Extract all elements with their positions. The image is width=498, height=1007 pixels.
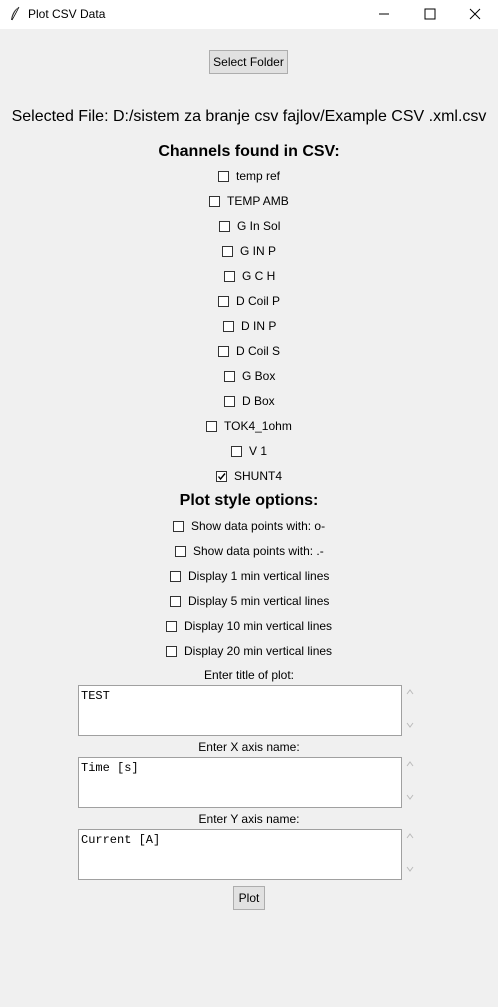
channel-label: G IN P: [240, 244, 277, 258]
scroll-up-icon[interactable]: [406, 689, 414, 695]
close-button[interactable]: [452, 0, 498, 29]
channel-checkbox[interactable]: [206, 420, 217, 432]
channel-label: temp ref: [236, 169, 281, 183]
channel-label: TEMP AMB: [227, 194, 289, 208]
scroll-down-icon[interactable]: [406, 794, 414, 800]
selected-file-label: Selected File: D:/sistem za branje csv f…: [11, 108, 487, 125]
style-option-row[interactable]: Display 1 min vertical lines: [170, 568, 329, 584]
style-option-label: Display 1 min vertical lines: [188, 569, 330, 583]
channel-label: G In Sol: [237, 219, 281, 233]
channel-label: TOK4_1ohm: [224, 419, 292, 433]
title-scrollbar[interactable]: [403, 685, 417, 736]
style-option-row[interactable]: Display 5 min vertical lines: [170, 593, 329, 609]
channel-row[interactable]: G C H: [224, 268, 275, 284]
channel-row[interactable]: V 1: [231, 443, 267, 459]
channel-label: SHUNT4: [234, 469, 283, 483]
select-folder-button[interactable]: Select Folder: [209, 50, 288, 74]
channel-label: D IN P: [241, 319, 277, 333]
channel-row[interactable]: G Box: [224, 368, 275, 384]
channel-row[interactable]: G IN P: [222, 243, 276, 259]
channel-row[interactable]: TOK4_1ohm: [206, 418, 292, 434]
channel-label: D Coil S: [236, 344, 281, 358]
style-option-checkbox[interactable]: [166, 645, 177, 657]
channel-checkbox[interactable]: [218, 170, 229, 182]
channel-row[interactable]: TEMP AMB: [209, 193, 289, 209]
maximize-icon: [424, 8, 436, 20]
scroll-down-icon[interactable]: [406, 866, 414, 872]
channel-checkbox[interactable]: [219, 220, 230, 232]
scroll-down-icon[interactable]: [406, 722, 414, 728]
channel-checkbox[interactable]: [231, 445, 242, 457]
style-option-checkbox[interactable]: [166, 620, 177, 632]
channel-label: D Box: [242, 394, 275, 408]
style-option-row[interactable]: Show data points with: .-: [175, 543, 324, 559]
style-option-label: Display 5 min vertical lines: [188, 594, 330, 608]
channel-label: V 1: [249, 444, 268, 458]
style-option-label: Show data points with: o-: [191, 519, 326, 533]
y-scrollbar[interactable]: [403, 829, 417, 880]
title-field-label: Enter title of plot:: [203, 668, 295, 682]
x-field-label: Enter X axis name:: [198, 740, 300, 754]
channel-row[interactable]: temp ref: [218, 168, 280, 184]
minimize-button[interactable]: [361, 0, 407, 29]
channel-checkbox[interactable]: [218, 295, 229, 307]
channel-label: D Coil P: [236, 294, 281, 308]
style-heading: Plot style options:: [179, 492, 319, 509]
style-option-checkbox[interactable]: [173, 520, 184, 532]
window-title: Plot CSV Data: [28, 7, 106, 21]
style-option-row[interactable]: Show data points with: o-: [173, 518, 325, 534]
title-input[interactable]: TEST: [78, 685, 402, 736]
channel-checkbox[interactable]: [209, 195, 220, 207]
style-option-checkbox[interactable]: [175, 545, 186, 557]
style-option-checkbox[interactable]: [170, 570, 181, 582]
channel-checkbox[interactable]: [222, 245, 233, 257]
scroll-up-icon[interactable]: [406, 833, 414, 839]
channel-checkbox[interactable]: [223, 320, 234, 332]
channel-row[interactable]: D IN P: [223, 318, 276, 334]
style-option-checkbox[interactable]: [170, 595, 181, 607]
channel-checkbox[interactable]: [224, 370, 235, 382]
channel-row[interactable]: D Coil P: [218, 293, 280, 309]
scroll-up-icon[interactable]: [406, 761, 414, 767]
channel-row[interactable]: G In Sol: [219, 218, 280, 234]
channel-checkbox[interactable]: [216, 470, 227, 482]
plot-button[interactable]: Plot: [233, 886, 265, 910]
checkmark-icon: [217, 472, 226, 480]
channel-checkbox[interactable]: [224, 270, 235, 282]
title-bar: Plot CSV Data: [0, 0, 498, 29]
close-icon: [469, 8, 481, 20]
channel-checkbox[interactable]: [224, 395, 235, 407]
channel-label: G C H: [242, 269, 276, 283]
x-axis-input[interactable]: Time [s]: [78, 757, 402, 808]
channel-label: G Box: [242, 369, 276, 383]
y-field-label: Enter Y axis name:: [198, 812, 300, 826]
feather-icon: [11, 6, 20, 21]
y-axis-input[interactable]: Current [A]: [78, 829, 402, 880]
channel-row[interactable]: D Box: [224, 393, 275, 409]
channel-row[interactable]: D Coil S: [218, 343, 280, 359]
style-option-row[interactable]: Display 20 min vertical lines: [166, 643, 332, 659]
minimize-icon: [379, 13, 389, 15]
style-option-label: Show data points with: .-: [193, 544, 324, 558]
style-option-label: Display 20 min vertical lines: [184, 644, 333, 658]
channels-heading: Channels found in CSV:: [158, 143, 340, 160]
style-option-label: Display 10 min vertical lines: [184, 619, 333, 633]
x-scrollbar[interactable]: [403, 757, 417, 808]
style-option-row[interactable]: Display 10 min vertical lines: [166, 618, 332, 634]
channel-checkbox[interactable]: [218, 345, 229, 357]
channel-row[interactable]: SHUNT4: [216, 468, 282, 484]
maximize-button[interactable]: [407, 0, 453, 29]
